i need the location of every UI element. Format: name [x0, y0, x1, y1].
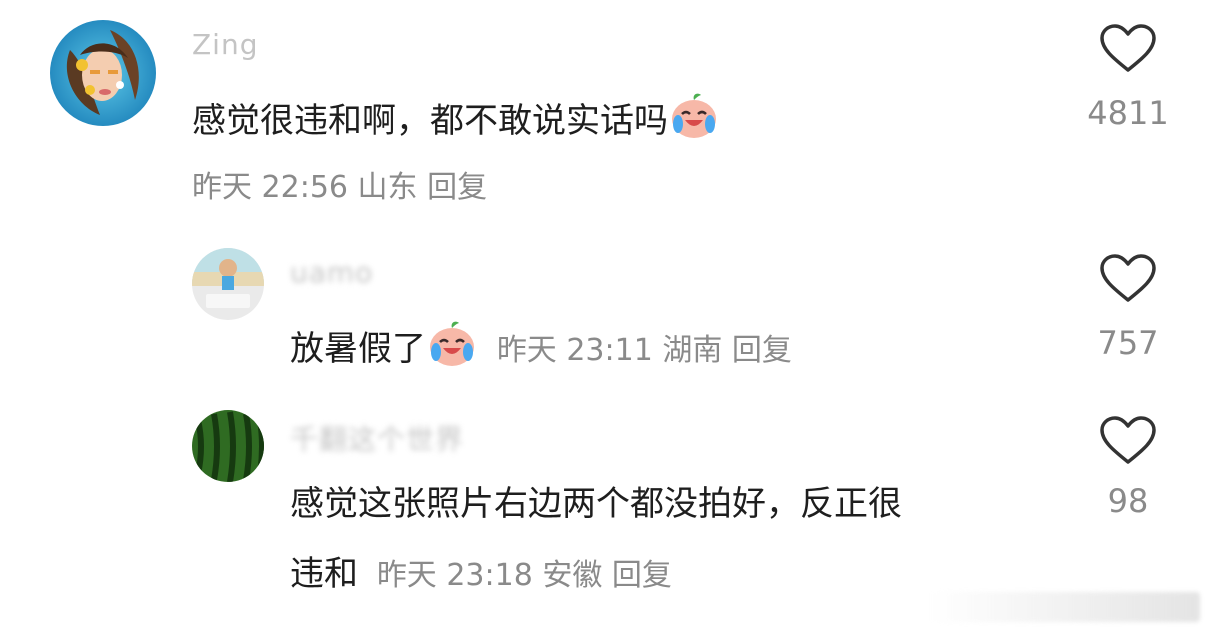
comment-1: Zing 感觉很违和啊，都不敢说实话吗 昨天 22:56 山东 回复 4811 [0, 0, 1206, 220]
comment-time: 昨天 23:18 [376, 558, 533, 593]
comment-meta: 昨天 22:56 山东 回复 [192, 162, 487, 206]
comment-3: 千翻这个世界 感觉这张照片右边两个都没拍好，反正很 违和 昨天 23:18 安徽… [0, 390, 1206, 610]
comment-location: 山东 [357, 170, 418, 205]
comment-text-line2: 违和 昨天 23:18 安徽 回复 [290, 552, 672, 598]
crying-laughing-emoji-icon [426, 320, 478, 368]
like-button[interactable] [1099, 24, 1157, 74]
comment-text-content: 感觉很违和啊，都不敢说实话吗 [192, 101, 668, 141]
reply-button[interactable]: 回复 [427, 170, 487, 205]
comment-text-content: 违和 [290, 554, 358, 594]
avatar-watermelon[interactable] [192, 410, 264, 482]
heart-outline-icon [1100, 254, 1156, 302]
username[interactable]: Zing [192, 28, 258, 61]
comment-2: uamo 放暑假了 昨天 23:11 湖南 回复 757 [0, 220, 1206, 390]
comment-meta: 昨天 23:11 湖南 回复 [497, 333, 792, 368]
comment-time: 昨天 22:56 [192, 170, 348, 205]
username[interactable]: 千翻这个世界 [290, 418, 464, 458]
comment-text: 感觉很违和啊，都不敢说实话吗 [192, 92, 720, 143]
crying-laughing-emoji-icon [668, 92, 720, 140]
like-count: 757 [1097, 324, 1159, 362]
comment-time: 昨天 23:11 [496, 333, 653, 368]
like-button[interactable] [1099, 416, 1157, 466]
like-button[interactable] [1099, 254, 1157, 304]
reply-button[interactable]: 回复 [612, 558, 672, 593]
comment-text: 感觉这张照片右边两个都没拍好，反正很 [290, 482, 902, 526]
comment-meta: 昨天 23:18 安徽 回复 [377, 558, 672, 593]
reply-button[interactable]: 回复 [732, 333, 792, 368]
like-count: 4811 [1087, 94, 1169, 132]
avatar-uamo[interactable] [192, 248, 264, 320]
watermark [930, 592, 1200, 622]
comment-location: 湖南 [662, 333, 723, 368]
comment-text: 放暑假了 昨天 23:11 湖南 回复 [290, 320, 792, 373]
username[interactable]: uamo [290, 256, 373, 289]
avatar-zing[interactable] [50, 20, 156, 126]
comment-text-content: 放暑假了 [290, 329, 426, 369]
comment-text-content: 感觉这张照片右边两个都没拍好，反正很 [290, 484, 902, 524]
heart-outline-icon [1100, 416, 1156, 464]
like-count: 98 [1107, 482, 1149, 520]
heart-outline-icon [1100, 24, 1156, 72]
comment-location: 安徽 [542, 558, 603, 593]
